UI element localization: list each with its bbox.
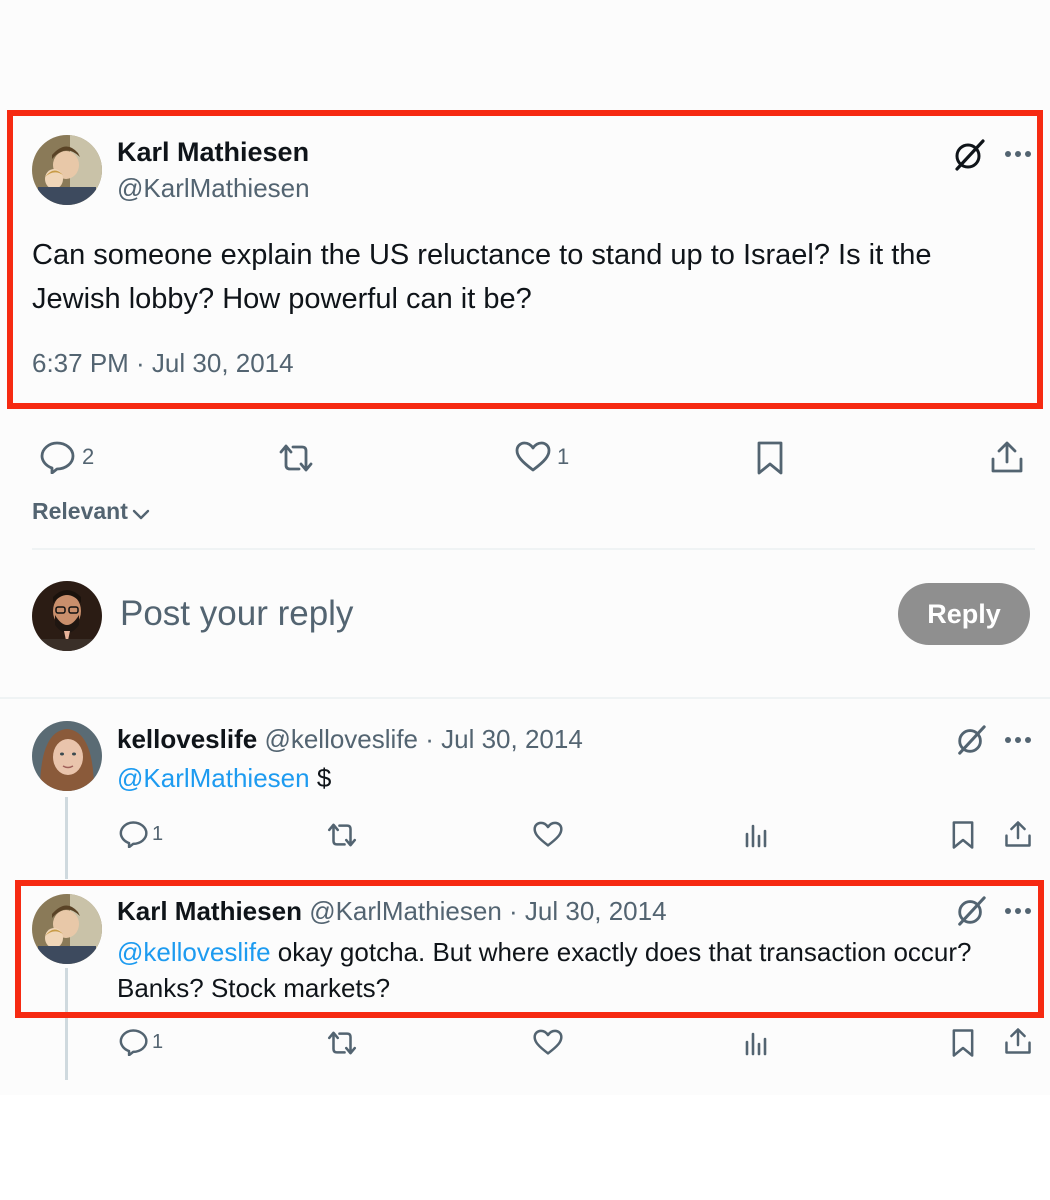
- views-icon: [745, 824, 767, 848]
- main-retweet-button[interactable]: [276, 443, 316, 473]
- like-icon: [533, 1029, 563, 1055]
- like-icon: [515, 441, 551, 472]
- bookmark-icon: [952, 1029, 974, 1057]
- chevron-down-icon: [132, 509, 150, 519]
- reply2-reply-count: 1: [152, 1030, 164, 1053]
- main-tweet-text: Can someone explain the US reluctance to…: [32, 239, 932, 315]
- reply2-views-button[interactable]: [744, 1030, 768, 1056]
- reply2-share-button[interactable]: [1004, 1027, 1032, 1055]
- share-icon: [1005, 1028, 1031, 1054]
- reply1-author-name[interactable]: kelloveslife: [117, 724, 257, 754]
- reply1-bookmark-button[interactable]: [951, 820, 975, 850]
- reply2-reply-button[interactable]: 1: [119, 1028, 163, 1056]
- reply2-text: @kelloveslife okay gotcha. But where exa…: [117, 934, 1027, 1006]
- reply1-text: @KarlMathiesen $: [117, 763, 331, 794]
- reply1-header: kelloveslife @kelloveslife · Jul 30, 201…: [117, 724, 583, 755]
- main-tweet-timestamp[interactable]: 6:37 PM · Jul 30, 2014: [32, 348, 294, 379]
- main-bookmark-button[interactable]: [756, 440, 784, 476]
- reply-icon: [119, 821, 148, 848]
- reply-input[interactable]: Post your reply: [120, 594, 353, 634]
- grok-icon[interactable]: [952, 138, 986, 172]
- main-reply-button[interactable]: 2: [40, 440, 94, 474]
- reply1-reply-count: 1: [152, 822, 164, 845]
- compose-avatar[interactable]: [32, 581, 102, 651]
- reply2-avatar[interactable]: [32, 894, 102, 964]
- like-icon: [533, 821, 563, 847]
- reply-icon: [119, 1029, 148, 1056]
- reply-icon: [40, 441, 75, 474]
- main-reply-count: 2: [82, 444, 95, 469]
- reply1-avatar[interactable]: [32, 721, 102, 791]
- grok-icon[interactable]: [955, 895, 987, 927]
- reply2-retweet-button[interactable]: [325, 1030, 359, 1056]
- retweet-icon: [327, 823, 357, 847]
- reply1-share-button[interactable]: [1004, 820, 1032, 848]
- reply-button[interactable]: Reply: [898, 583, 1030, 645]
- retweet-icon: [327, 1031, 357, 1055]
- reply2-mention[interactable]: @kelloveslife: [117, 937, 271, 967]
- main-tweet-author-handle[interactable]: @KarlMathiesen: [117, 173, 310, 204]
- sort-selector[interactable]: Relevant: [32, 498, 150, 525]
- bookmark-icon: [952, 821, 974, 849]
- share-icon: [991, 441, 1023, 473]
- divider: [0, 697, 1050, 699]
- reply2-like-button[interactable]: [533, 1029, 563, 1056]
- screenshot-canvas: Karl Mathiesen @KarlMathiesen Can someon…: [0, 0, 1050, 1095]
- main-like-button[interactable]: 1: [515, 441, 569, 473]
- reply2-author-handle[interactable]: @KarlMathiesen: [309, 896, 502, 926]
- reply2-date[interactable]: · Jul 30, 2014: [509, 896, 667, 926]
- reply1-reply-button[interactable]: 1: [119, 820, 163, 848]
- main-tweet-avatar[interactable]: [32, 135, 102, 205]
- reply1-mention[interactable]: @KarlMathiesen: [117, 763, 310, 793]
- sort-label: Relevant: [32, 498, 128, 524]
- more-icon[interactable]: [1004, 736, 1032, 744]
- share-icon: [1005, 821, 1031, 847]
- reply1-like-button[interactable]: [533, 821, 563, 848]
- thread-line: [65, 797, 68, 879]
- main-share-button[interactable]: [990, 440, 1024, 474]
- reply1-views-button[interactable]: [744, 822, 768, 848]
- main-like-count: 1: [557, 444, 570, 469]
- thread-line: [65, 968, 68, 1080]
- bookmark-icon: [757, 441, 783, 475]
- reply1-body: $: [309, 763, 332, 793]
- views-icon: [745, 1032, 767, 1056]
- divider: [32, 548, 1035, 550]
- reply1-date[interactable]: · Jul 30, 2014: [425, 724, 583, 754]
- more-icon[interactable]: [1004, 150, 1032, 158]
- reply2-bookmark-button[interactable]: [951, 1028, 975, 1058]
- more-icon[interactable]: [1004, 907, 1032, 915]
- main-tweet-author-name[interactable]: Karl Mathiesen: [117, 137, 309, 168]
- reply1-retweet-button[interactable]: [325, 822, 359, 848]
- reply1-author-handle[interactable]: @kelloveslife: [264, 724, 418, 754]
- reply2-header: Karl Mathiesen @KarlMathiesen · Jul 30, …: [117, 896, 667, 927]
- reply2-author-name[interactable]: Karl Mathiesen: [117, 896, 302, 926]
- retweet-icon: [279, 444, 313, 472]
- grok-icon[interactable]: [955, 724, 987, 756]
